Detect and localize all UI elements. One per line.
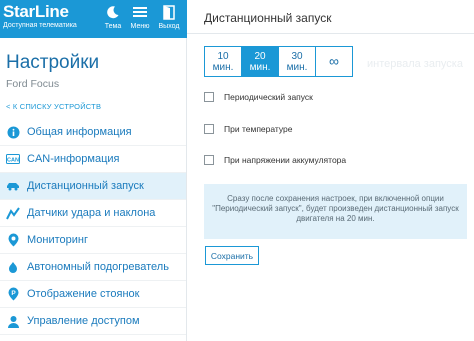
back-to-devices-link[interactable]: < К СПИСКУ УСТРОЙСТВ: [6, 102, 101, 111]
sidebar-item-label: CAN-информация: [27, 153, 120, 165]
option-label: При температуре: [224, 124, 293, 134]
sidebar-item-label: Дистанционный запуск: [27, 180, 144, 192]
duration-unit: мин.: [286, 61, 308, 73]
duration-unit: мин.: [212, 61, 234, 73]
brand-logo[interactable]: StarLine Доступная телематика: [3, 3, 77, 30]
heater-icon: [6, 260, 20, 274]
svg-text:CAN: CAN: [7, 157, 19, 163]
parking-icon: P: [6, 287, 20, 301]
sidebar-item-access-control[interactable]: Управление доступом: [0, 308, 186, 335]
exit-label: Выход: [158, 23, 180, 30]
sidebar-item-label: Датчики удара и наклона: [27, 207, 156, 219]
sidebar-item-remote-start[interactable]: Дистанционный запуск: [0, 173, 186, 200]
sidebar-item-heater[interactable]: Автономный подогреватель: [0, 254, 186, 281]
duration-10-button[interactable]: 10 мин.: [204, 46, 242, 77]
duration-20-button[interactable]: 20 мин.: [241, 46, 279, 77]
page-title: Настройки: [6, 52, 100, 73]
sidebar: StarLine Доступная телематика Темa Меню …: [0, 0, 187, 341]
duration-infinite-button[interactable]: ∞: [315, 46, 353, 77]
menu-icon: [124, 2, 156, 22]
sidebar-item-label: Отображение стоянок: [27, 288, 140, 300]
sidebar-item-general-info[interactable]: Общая информация: [0, 119, 186, 146]
battery-voltage-checkbox[interactable]: [204, 155, 214, 165]
duration-selector: 10 мин. 20 мин. 30 мин. ∞: [204, 46, 353, 77]
duration-value: 30: [291, 50, 303, 62]
sidebar-item-can-info[interactable]: CAN CAN-информация: [0, 146, 186, 173]
brand-name: StarLine: [3, 2, 69, 21]
sidebar-item-label: Общая информация: [27, 126, 132, 138]
can-icon: CAN: [6, 152, 20, 166]
device-name: Ford Focus: [6, 78, 60, 90]
option-battery-voltage[interactable]: При напряжении аккумулятора: [204, 155, 346, 165]
duration-value: 20: [254, 50, 266, 62]
duration-unit: мин.: [249, 61, 271, 73]
shock-sensor-icon: [6, 206, 20, 220]
car-icon: [6, 179, 20, 193]
ghost-text: интервала запуска: [367, 58, 463, 70]
sidebar-item-label: Автономный подогреватель: [27, 261, 169, 273]
main-panel: Дистанционный запуск 10 мин. 20 мин. 30 …: [187, 0, 474, 341]
sidebar-item-parking[interactable]: P Отображение стоянок: [0, 281, 186, 308]
section-title: Дистанционный запуск: [204, 11, 332, 25]
save-button[interactable]: Сохранить: [205, 246, 259, 265]
option-label: При напряжении аккумулятора: [224, 155, 347, 165]
temperature-checkbox[interactable]: [204, 124, 214, 134]
info-note: Сразу после сохранения настроек, при вкл…: [204, 184, 467, 239]
brand-tagline: Доступная телематика: [3, 22, 77, 29]
sidebar-item-label: Мониторинг: [27, 234, 89, 246]
duration-30-button[interactable]: 30 мин.: [278, 46, 316, 77]
sidebar-item-shock-sensors[interactable]: Датчики удара и наклона: [0, 200, 186, 227]
sidebar-item-monitoring[interactable]: Мониторинг: [0, 227, 186, 254]
location-pin-icon: [6, 233, 20, 247]
periodic-start-checkbox[interactable]: [204, 92, 214, 102]
exit-button[interactable]: Выход: [153, 2, 185, 36]
info-icon: [6, 125, 20, 139]
top-bar: StarLine Доступная телематика Темa Меню …: [0, 0, 187, 38]
duration-value: ∞: [329, 53, 339, 69]
user-access-icon: [6, 314, 20, 328]
sidebar-item-label: Управление доступом: [27, 315, 140, 327]
divider: [187, 33, 474, 34]
option-label: Периодический запуск: [224, 92, 313, 102]
duration-value: 10: [217, 50, 229, 62]
svg-text:P: P: [11, 290, 16, 297]
option-periodic-start[interactable]: Периодический запуск: [204, 92, 313, 102]
exit-door-icon: [153, 2, 185, 22]
menu-label: Меню: [130, 23, 150, 30]
option-temperature[interactable]: При температуре: [204, 124, 293, 134]
menu-button[interactable]: Меню: [124, 2, 156, 36]
settings-menu: Общая информация CAN CAN-информация Дист…: [0, 119, 186, 335]
